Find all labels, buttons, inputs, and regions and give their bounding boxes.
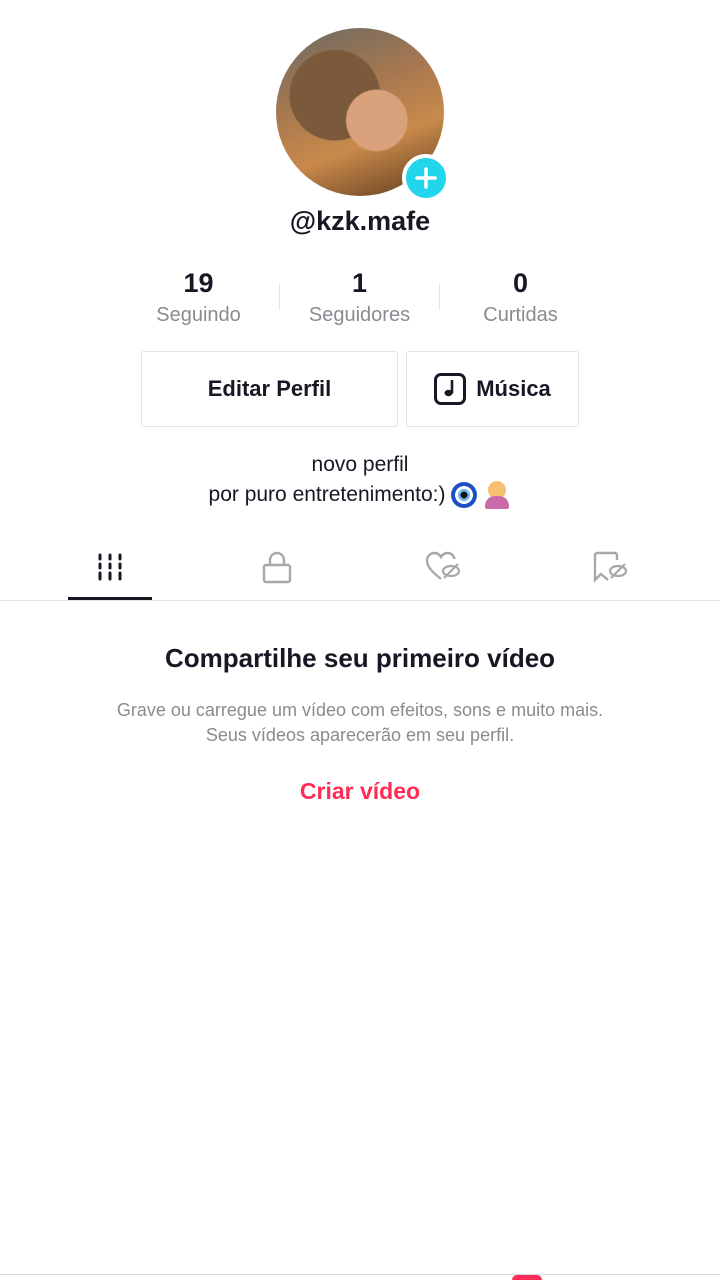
lock-icon (262, 551, 292, 584)
bio-line-2: por puro entretenimento:) (208, 483, 446, 506)
music-button[interactable]: Música (406, 351, 579, 427)
empty-state-line-1: Grave ou carregue um vídeo com efeitos, … (116, 700, 604, 720)
grid-icon (98, 553, 122, 581)
add-avatar-button[interactable] (402, 154, 450, 202)
bottom-nav-border (0, 1274, 720, 1275)
music-note-icon (434, 373, 467, 405)
notification-dot (512, 1275, 542, 1280)
edit-profile-button[interactable]: Editar Perfil (141, 351, 398, 427)
heart-hidden-icon (425, 551, 461, 580)
username: @kzk.mafe (289, 206, 431, 236)
tab-private[interactable] (235, 534, 319, 600)
likes-count: 0 (512, 268, 529, 298)
bookmark-hidden-icon (593, 551, 628, 583)
tab-videos[interactable] (68, 534, 152, 600)
following-label: Seguindo (156, 304, 241, 326)
tab-saved[interactable] (568, 534, 652, 600)
likes-label: Curtidas (483, 304, 558, 326)
stat-followers[interactable]: 1 Seguidores (279, 266, 440, 327)
stat-divider (279, 284, 280, 310)
music-label: Música (476, 376, 551, 401)
create-video-link[interactable]: Criar vídeo (0, 778, 720, 805)
nazar-amulet-emoji (451, 482, 478, 508)
empty-state-description: Grave ou carregue um vídeo com efeitos, … (60, 698, 660, 748)
tab-liked[interactable] (401, 534, 485, 600)
active-tab-indicator (68, 597, 152, 600)
stat-likes[interactable]: 0 Curtidas (440, 266, 601, 327)
empty-state-line-2: Seus vídeos aparecerão em seu perfil. (205, 725, 515, 745)
following-count: 19 (183, 268, 214, 298)
followers-label: Seguidores (308, 304, 411, 326)
followers-count: 1 (351, 268, 368, 298)
edit-profile-label: Editar Perfil (207, 376, 332, 401)
avatar-container[interactable] (276, 28, 450, 202)
stats-row: 19 Seguindo 1 Seguidores 0 Curtidas (118, 266, 602, 327)
person-emoji (483, 481, 511, 509)
bio: novo perfil por puro entretenimento:) (0, 450, 720, 510)
plus-icon (415, 167, 437, 189)
empty-state-title: Compartilhe seu primeiro vídeo (164, 643, 556, 673)
stat-following[interactable]: 19 Seguindo (118, 266, 279, 327)
profile-tabs (0, 534, 720, 601)
bio-line-2-row: por puro entretenimento:) (0, 480, 720, 510)
bio-line-1: novo perfil (311, 453, 409, 476)
